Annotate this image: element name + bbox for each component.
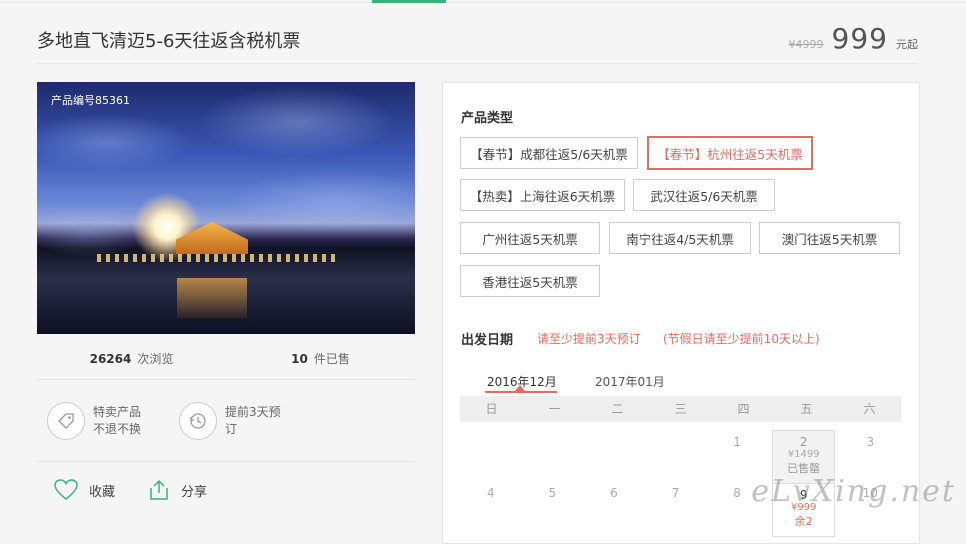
photo-reflection (177, 278, 247, 318)
product-code: 产品编号85361 (51, 94, 130, 107)
product-photo: 产品编号85361 (37, 82, 415, 334)
share-label: 分享 (181, 484, 208, 500)
month-tab-underline (485, 391, 557, 393)
original-price: ¥4999 (788, 38, 824, 51)
day-price: ¥1499 (787, 449, 820, 460)
product-option-wuhan[interactable]: 武汉往返5/6天机票 (633, 179, 775, 211)
calendar-day-4: 4 (486, 486, 495, 500)
weekday-thu: 四 (737, 402, 750, 416)
stats-divider (37, 379, 415, 380)
feature-text: 特卖产品不退不换 (93, 405, 142, 436)
sold-count: 10 (291, 352, 308, 366)
product-option-nanning[interactable]: 南宁往返4/5天机票 (609, 222, 751, 254)
features-divider (37, 461, 415, 462)
price-block: ¥4999 999 元起 (789, 22, 918, 55)
calendar-day-empty (460, 431, 522, 484)
feature-text: 提前3天预订 (225, 405, 281, 436)
weekday-mon: 一 (548, 402, 561, 416)
product-option-hangzhou[interactable]: 【春节】杭州往返5天机票 (647, 136, 813, 170)
advance-booking-notice: 请至少提前3天预订 (537, 332, 641, 346)
weekday-fri: 五 (800, 402, 813, 416)
weekday-sat: 六 (863, 402, 876, 416)
feature-no-refund: 特卖产品不退不换 (47, 402, 145, 440)
weekday-sun: 日 (485, 402, 498, 416)
title-divider (37, 63, 918, 64)
tag-icon (47, 402, 85, 440)
calendar-day-6: 6 (610, 486, 618, 500)
calendar-weekday-header: 日 一 二 三 四 五 六 (460, 396, 901, 422)
calendar-day-empty (645, 431, 707, 484)
feature-advance-booking: 提前3天预订 (179, 402, 283, 440)
site-watermark: eLvXing.net (751, 474, 956, 509)
action-bar: 收藏 分享 (53, 478, 207, 502)
weekday-wed: 三 (674, 402, 687, 416)
weekday-tue: 二 (611, 402, 624, 416)
product-option-guangzhou[interactable]: 广州往返5天机票 (460, 222, 600, 254)
calendar-day-5: 5 (548, 486, 557, 500)
day-status: 余2 (794, 515, 813, 528)
month-tab-2017-01[interactable]: 2017年01月 (595, 373, 665, 390)
sold-stat: 10 件已售 (226, 350, 415, 367)
price-unit: 元起 (896, 38, 918, 51)
photo-lights (97, 254, 337, 262)
feature-list: 特卖产品不退不换 提前3天预订 (47, 402, 283, 440)
calendar-day-empty (583, 431, 645, 484)
favorite-button[interactable]: 收藏 (53, 478, 115, 502)
product-option-macau[interactable]: 澳门往返5天机票 (759, 222, 900, 254)
share-button[interactable]: 分享 (147, 478, 207, 502)
sold-label: 件已售 (313, 352, 350, 366)
departure-date-label: 出发日期 (461, 333, 514, 348)
calendar-day-7: 7 (671, 486, 680, 500)
top-divider (0, 2, 966, 3)
product-option-chengdu[interactable]: 【春节】成都往返5/6天机票 (460, 137, 638, 169)
product-option-shanghai[interactable]: 【热卖】上海往返6天机票 (460, 179, 625, 211)
share-icon (150, 479, 168, 500)
day-number: 2 (799, 435, 808, 449)
favorite-label: 收藏 (89, 484, 116, 500)
product-title: 多地直飞清迈5-6天往返含税机票 (37, 31, 301, 52)
holiday-booking-notice: (节假日请至少提前10天以上) (663, 332, 820, 346)
views-label: 次浏览 (137, 352, 174, 366)
history-clock-icon (179, 402, 217, 440)
product-type-label: 产品类型 (461, 111, 514, 126)
current-price: 999 (831, 22, 888, 55)
calendar-day-empty (522, 431, 584, 484)
active-nav-indicator (372, 0, 446, 3)
views-stat: 26264 次浏览 (37, 350, 226, 367)
views-count: 26264 (89, 352, 132, 366)
product-stats: 26264 次浏览 10 件已售 (37, 350, 415, 367)
heart-icon (54, 479, 78, 500)
product-option-hongkong[interactable]: 香港往返5天机票 (460, 265, 600, 297)
